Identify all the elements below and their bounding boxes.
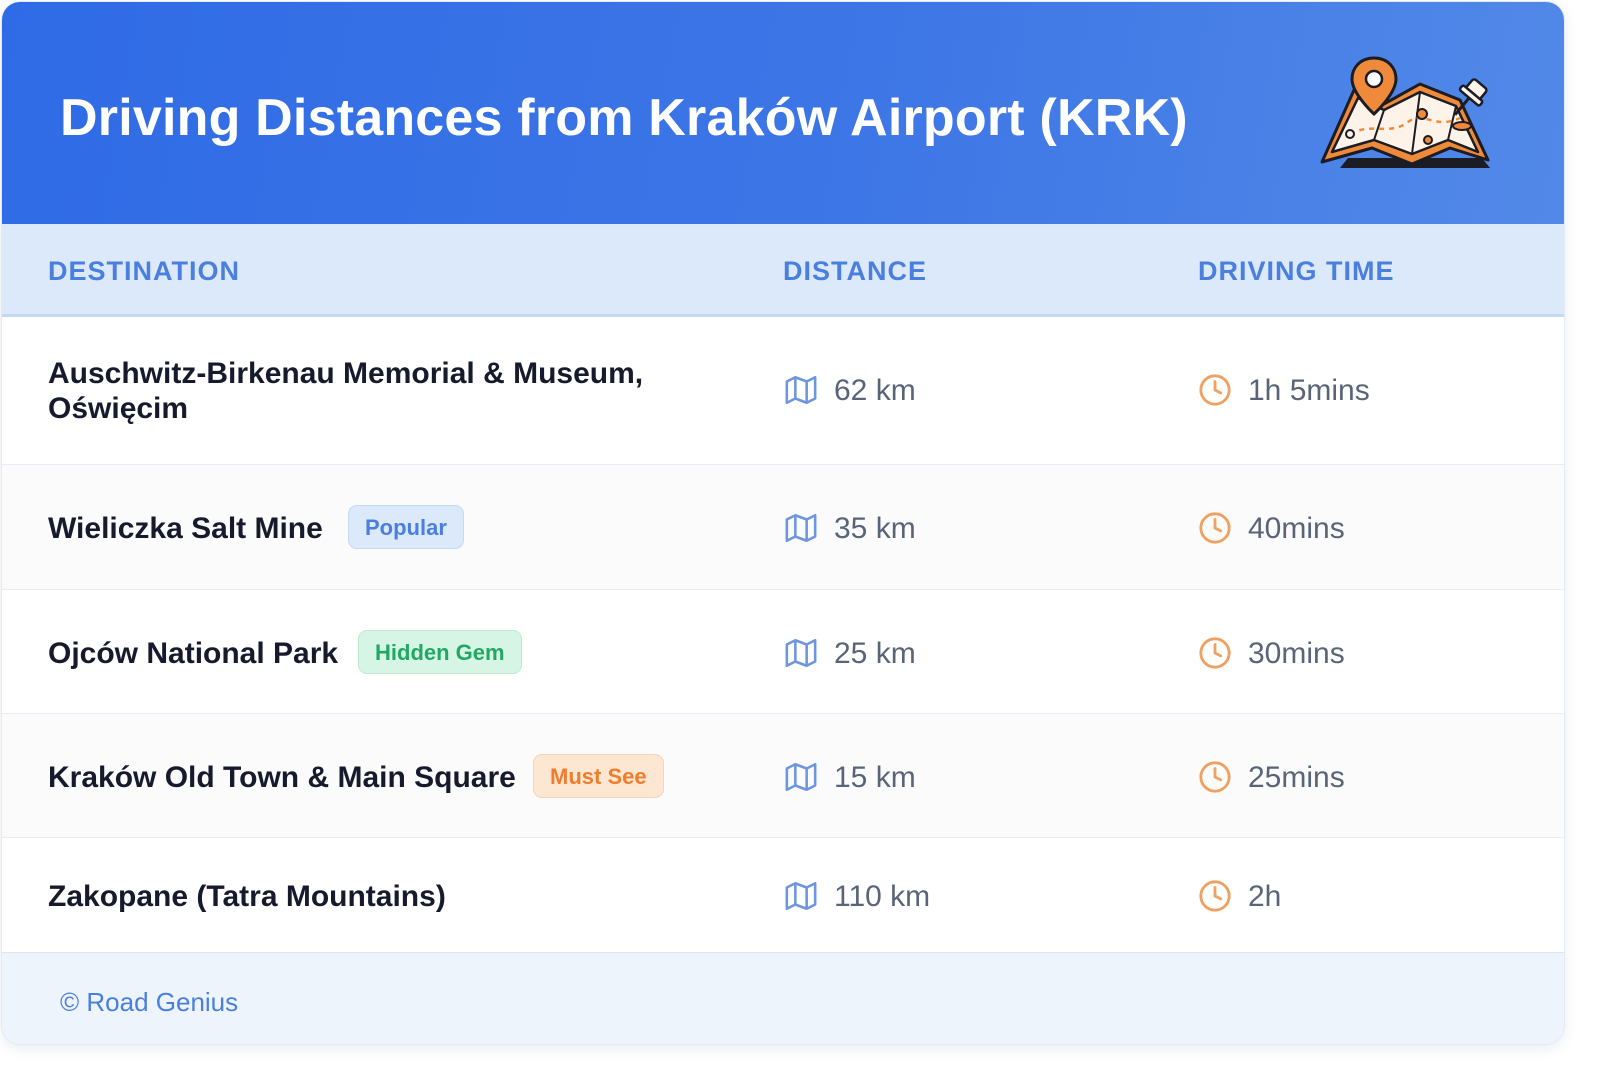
clock-icon <box>1199 374 1231 406</box>
table-row: Ojców National Park Hidden Gem 25 km 30m… <box>2 590 1564 714</box>
hidden-gem-badge: Hidden Gem <box>358 630 522 674</box>
map-icon <box>785 638 817 668</box>
driving-time-value: 1h 5mins <box>1248 374 1370 407</box>
header-banner: Driving Distances from Kraków Airport (K… <box>2 2 1564 224</box>
distance-value: 25 km <box>834 637 916 670</box>
table-row: Auschwitz-Birkenau Memorial & Museum, Oś… <box>2 316 1564 465</box>
map-icon <box>785 881 817 911</box>
folded-map-with-location-pin-icon <box>1320 56 1490 168</box>
footer-credit: © Road Genius <box>60 987 239 1017</box>
clock-icon <box>1199 512 1231 544</box>
driving-time-value: 25mins <box>1248 761 1345 794</box>
destination-name: Wieliczka Salt Mine <box>48 512 323 545</box>
distance-value: 110 km <box>834 880 931 913</box>
page-title: Driving Distances from Kraków Airport (K… <box>60 89 1188 147</box>
distance-value: 35 km <box>834 512 916 545</box>
destination-name: Zakopane (Tatra Mountains) <box>48 880 446 913</box>
destination-name: Kraków Old Town & Main Square <box>48 761 516 794</box>
driving-time-value: 40mins <box>1248 512 1345 545</box>
popular-badge: Popular <box>348 505 464 549</box>
map-icon <box>785 762 817 792</box>
driving-time-value: 2h <box>1248 880 1282 913</box>
footer: © Road Genius <box>2 952 1564 1044</box>
table-header: DESTINATION DISTANCE DRIVING TIME <box>2 224 1564 317</box>
destination-name-line1: Auschwitz-Birkenau Memorial & Museum, <box>48 357 644 390</box>
driving-time-value: 30mins <box>1248 637 1345 670</box>
distance-value: 62 km <box>834 374 916 407</box>
clock-icon <box>1199 880 1231 912</box>
map-icon <box>785 375 817 405</box>
distance-card: Driving Distances from Kraków Airport (K… <box>2 2 1564 1044</box>
destination-name: Ojców National Park <box>48 637 339 670</box>
must-see-badge: Must See <box>533 754 664 798</box>
table-row: Zakopane (Tatra Mountains) 110 km 2h <box>2 838 1564 951</box>
map-icon <box>785 513 817 543</box>
destination-name-line2: Oświęcim <box>48 392 189 425</box>
column-header-distance: DISTANCE <box>783 256 928 286</box>
column-header-driving-time: DRIVING TIME <box>1198 256 1395 286</box>
table-row: Kraków Old Town & Main Square Must See 1… <box>2 714 1564 838</box>
table-row: Wieliczka Salt Mine Popular 35 km 40mins <box>2 465 1564 590</box>
clock-icon <box>1199 637 1231 669</box>
distance-value: 15 km <box>834 761 916 794</box>
destination-name: Auschwitz-Birkenau Memorial & Museum, Oś… <box>48 356 643 426</box>
clock-icon <box>1199 761 1231 793</box>
column-header-destination: DESTINATION <box>48 256 240 286</box>
